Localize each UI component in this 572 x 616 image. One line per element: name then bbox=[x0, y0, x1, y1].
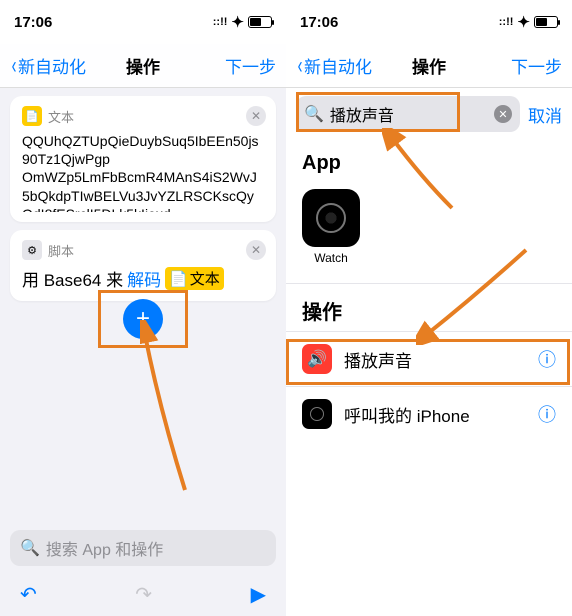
battery-icon bbox=[534, 16, 558, 28]
info-icon[interactable]: ⓘ bbox=[538, 346, 556, 372]
content-area: 📄 文本 ✕ QQUhQZTUpQieDuybSuq5IbEEn50js90Tz… bbox=[0, 88, 286, 317]
watch-icon bbox=[302, 399, 332, 429]
info-icon[interactable]: ⓘ bbox=[538, 401, 556, 427]
card-label: 脚本 bbox=[48, 241, 74, 260]
clear-icon[interactable]: ✕ bbox=[494, 105, 512, 123]
chevron-left-icon: ‹ bbox=[298, 52, 303, 80]
back-button[interactable]: ‹ 新自动化 bbox=[296, 52, 372, 80]
status-bar: 17:06 ::!! ✦ bbox=[286, 0, 572, 44]
text-tag[interactable]: 📄文本 bbox=[165, 267, 224, 290]
search-input[interactable]: 🔍 播放声音 ✕ bbox=[296, 96, 520, 132]
script-body: 用 Base64 来 解码 📄文本 bbox=[22, 266, 264, 291]
page-title: 操作 bbox=[126, 53, 160, 78]
phone-right: 17:06 ::!! ✦ ‹ 新自动化 操作 下一步 🔍 播放声音 ✕ 取消 A… bbox=[286, 0, 572, 616]
next-button[interactable]: 下一步 bbox=[511, 53, 562, 78]
redo-button: ↷ bbox=[135, 582, 152, 607]
battery-icon bbox=[248, 16, 272, 28]
play-button[interactable]: ▶ bbox=[251, 582, 266, 607]
status-time: 17:06 bbox=[14, 14, 52, 31]
search-icon: 🔍 bbox=[20, 538, 40, 558]
text-icon: 📄 bbox=[22, 106, 42, 126]
search-icon: 🔍 bbox=[304, 104, 324, 124]
status-bar: 17:06 ::!! ✦ bbox=[0, 0, 286, 44]
decode-link[interactable]: 解码 bbox=[127, 266, 161, 291]
close-icon[interactable]: ✕ bbox=[246, 240, 266, 260]
section-actions: 操作 bbox=[286, 283, 572, 331]
page-title: 操作 bbox=[412, 53, 446, 78]
text-card[interactable]: 📄 文本 ✕ QQUhQZTUpQieDuybSuq5IbEEn50js90Tz… bbox=[10, 96, 276, 222]
search-area: 🔍 播放声音 ✕ 取消 bbox=[286, 88, 572, 140]
action-play-sound[interactable]: 🔊 播放声音 ⓘ bbox=[286, 331, 572, 386]
highlight-box: + bbox=[98, 290, 188, 348]
bottom-toolbar: ↶ ↷ ▶ bbox=[0, 572, 286, 616]
phone-left: 17:06 ::!! ✦ ‹ 新自动化 操作 下一步 📄 文本 ✕ QQUhQZ… bbox=[0, 0, 286, 616]
status-time: 17:06 bbox=[300, 14, 338, 31]
add-button[interactable]: + bbox=[123, 299, 163, 339]
app-watch[interactable]: Watch bbox=[302, 189, 556, 265]
app-grid: Watch bbox=[286, 181, 572, 283]
cancel-button[interactable]: 取消 bbox=[528, 102, 562, 127]
status-indicators: ::!! ✦ bbox=[213, 13, 272, 31]
search-value: 播放声音 bbox=[330, 102, 488, 126]
card-label: 文本 bbox=[48, 107, 74, 126]
next-button[interactable]: 下一步 bbox=[225, 53, 276, 78]
search-input[interactable]: 🔍 搜索 App 和操作 bbox=[10, 530, 276, 566]
section-app: App bbox=[286, 140, 572, 181]
sound-icon: 🔊 bbox=[302, 344, 332, 374]
undo-button[interactable]: ↶ bbox=[20, 582, 37, 607]
nav-bar: ‹ 新自动化 操作 下一步 bbox=[286, 44, 572, 88]
chevron-left-icon: ‹ bbox=[12, 52, 17, 80]
status-indicators: ::!! ✦ bbox=[499, 13, 558, 31]
back-button[interactable]: ‹ 新自动化 bbox=[10, 52, 86, 80]
action-ping-iphone[interactable]: 呼叫我的 iPhone ⓘ bbox=[286, 386, 572, 441]
script-icon: ⚙ bbox=[22, 240, 42, 260]
close-icon[interactable]: ✕ bbox=[246, 106, 266, 126]
nav-bar: ‹ 新自动化 操作 下一步 bbox=[0, 44, 286, 88]
text-content: QQUhQZTUpQieDuybSuq5IbEEn50js90Tz1QjwPgp… bbox=[22, 132, 264, 212]
watch-icon bbox=[302, 189, 360, 247]
